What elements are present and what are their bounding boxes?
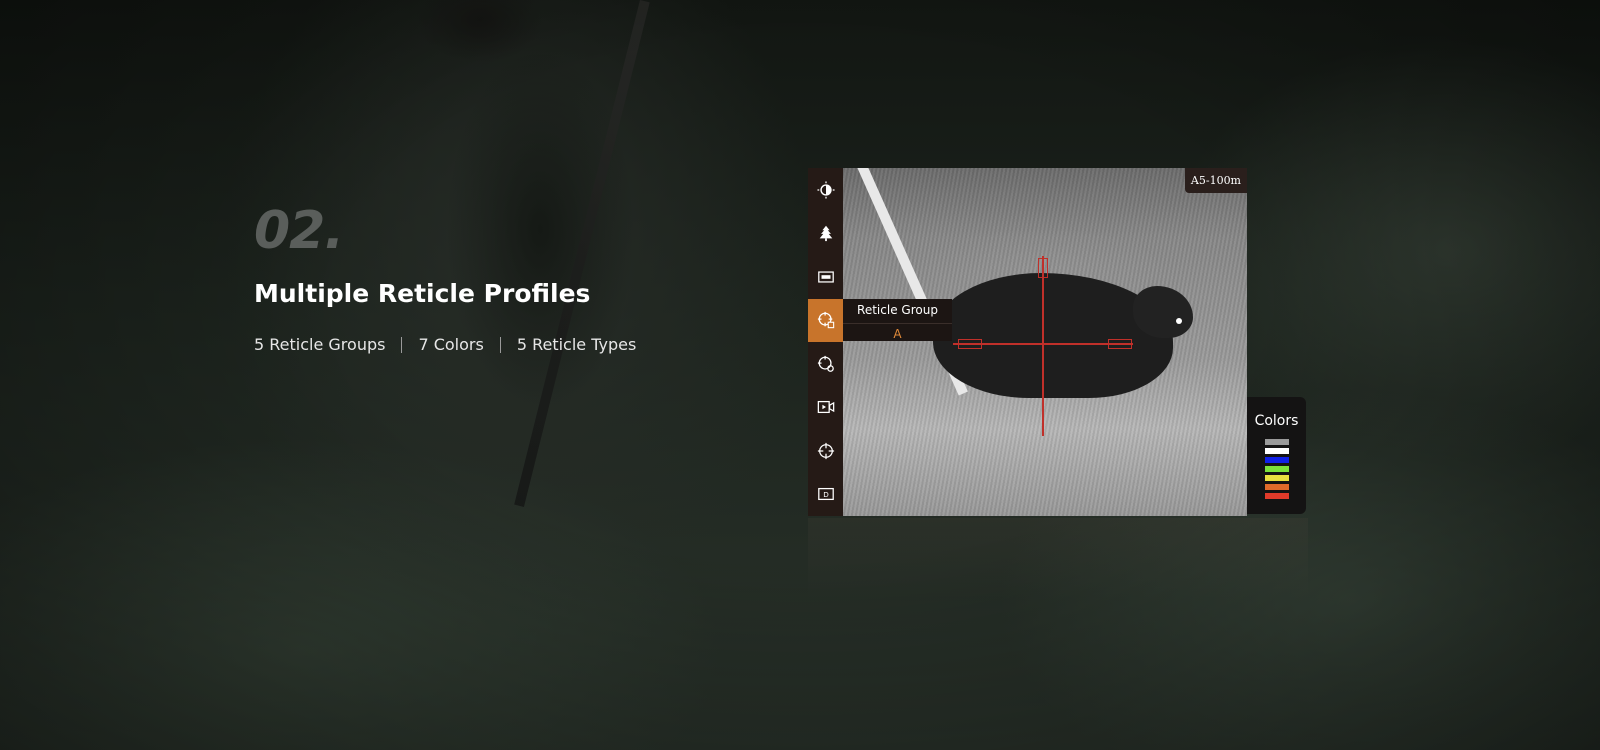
thermal-viewfinder: A5-100m [843,168,1247,516]
boar-eye-glint [1176,318,1182,324]
feature-separator [499,336,501,353]
device-sidebar: D [808,168,843,516]
color-swatch-list [1247,439,1306,499]
sidebar-item-reticle-group[interactable] [808,298,843,342]
feature-separator [401,336,403,353]
zoom-badge: A5-100m [1184,168,1247,193]
vignette-overlay [0,0,1600,750]
reticle-vertical-line [1042,256,1044,436]
screen-icon [817,271,834,283]
tooltip-value: A [893,327,902,341]
color-swatch[interactable] [1264,448,1289,454]
memory-card-icon: D [817,488,834,501]
color-swatch[interactable] [1264,439,1289,445]
reticle-right-marker [1108,339,1132,349]
video-record-icon [817,401,834,414]
feature-list: 5 Reticle Groups 7 Colors 5 Reticle Type… [254,335,636,354]
brightness-contrast-icon [816,181,835,199]
device-reflection [808,518,1308,598]
reticle-left-marker [958,339,982,349]
reticle-group-tooltip: Reticle Group A [843,299,952,341]
reticle-settings-icon [817,355,834,372]
sidebar-item-reticle-settings[interactable] [808,342,843,386]
color-swatch[interactable] [1264,493,1289,499]
sidebar-item-scene[interactable] [808,212,843,256]
color-swatch[interactable] [1264,466,1289,472]
colors-panel: Colors [1247,397,1306,514]
tooltip-title: Reticle Group [843,299,952,324]
color-swatch[interactable] [1264,475,1289,481]
step-number: 02. [254,201,344,261]
svg-text:D: D [823,490,829,499]
color-swatch[interactable] [1264,457,1289,463]
feature-item: 5 Reticle Types [516,335,637,354]
feature-item: 7 Colors [418,335,484,354]
sidebar-item-brightness[interactable] [808,168,843,212]
feature-item: 5 Reticle Groups [254,335,386,354]
color-swatch[interactable] [1264,484,1289,490]
sidebar-item-video[interactable] [808,386,843,430]
sidebar-item-display[interactable] [808,255,843,299]
sidebar-item-zeroing[interactable] [808,429,843,473]
feature-headline: Multiple Reticle Profiles [254,279,591,308]
reticle-group-icon [817,312,834,329]
colors-title: Colors [1254,413,1299,429]
crosshair-icon [817,442,834,459]
reticle-top-marker [1038,258,1048,278]
sidebar-item-memory[interactable]: D [808,473,843,517]
tree-icon [819,226,832,242]
feature-text-block: 02. Multiple Reticle Profiles 5 Reticle … [254,205,636,354]
